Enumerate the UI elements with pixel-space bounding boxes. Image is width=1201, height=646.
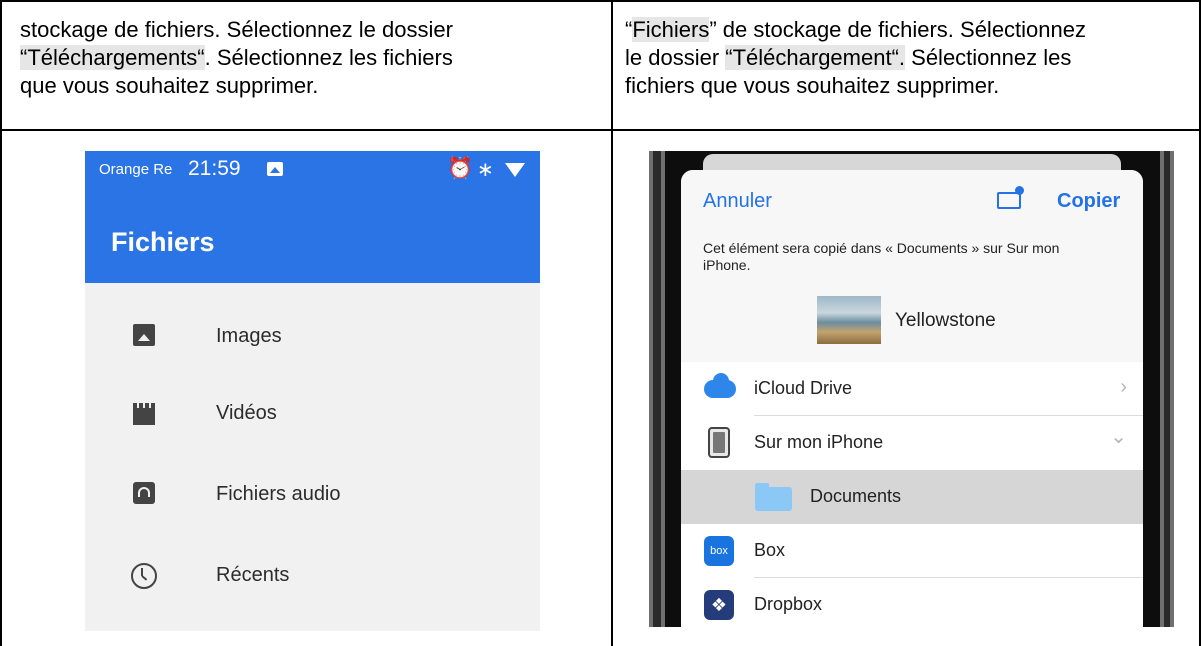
copy-sheet: Annuler Copier Cet élément sera copié da… [681, 170, 1143, 627]
right-text-line-3: fichiers que vous souhaitez supprimer. [625, 73, 1000, 98]
table-border-left [0, 0, 2, 646]
location-label: Documents [810, 486, 902, 506]
folder-icon [755, 483, 792, 511]
right-highlight-download: “Téléchargement“. [725, 45, 906, 70]
right-highlight-fichiers: Fichiers [632, 17, 710, 42]
android-item-label: Fichiers audio [216, 483, 341, 505]
location-label: Box [754, 540, 786, 560]
location-on-my-iphone[interactable]: Sur mon iPhone ⌄ [681, 416, 1143, 470]
chevron-down-icon: ⌄ [1110, 426, 1127, 448]
new-folder-icon[interactable] [997, 186, 1024, 209]
document-table: stockage de fichiers. Sélectionnez le do… [0, 0, 1201, 646]
clock-icon [131, 563, 157, 589]
android-item-label: Récents [216, 564, 290, 586]
status-time: 21:59 [188, 157, 241, 180]
android-item-label: Vidéos [216, 402, 277, 424]
table-border-middle [0, 129, 1201, 131]
android-app-bar: Fichiers [85, 191, 540, 283]
phone-bezel-left-inner [653, 151, 661, 627]
android-item-videos[interactable]: Vidéos [85, 384, 540, 444]
location-dropbox[interactable]: ❖ Dropbox [681, 578, 1143, 627]
copy-button[interactable]: Copier [1057, 190, 1120, 213]
file-thumbnail [817, 296, 881, 344]
video-icon [133, 403, 155, 425]
android-item-audio[interactable]: Fichiers audio [85, 463, 540, 523]
left-text-line-2: “Téléchargements“. Sélectionnez les fich… [20, 44, 600, 72]
android-files-screenshot: Orange Re 21:59 ⏰ ∗ Fichiers Images Vidé… [85, 151, 540, 631]
phone-bezel-right-inner [1164, 151, 1170, 627]
chevron-right-icon: › [1120, 376, 1127, 398]
right-text-line-1: “Fichiers” de stockage de fichiers. Séle… [625, 16, 1195, 44]
alarm-icon: ⏰ [447, 157, 474, 180]
table-border-top [0, 0, 1201, 2]
iphone-icon [708, 427, 730, 458]
location-icloud-drive[interactable]: iCloud Drive › [681, 362, 1143, 416]
cancel-button[interactable]: Annuler [703, 190, 772, 213]
right-text-line-2-pre: le dossier [625, 45, 726, 70]
left-text-line-2-rest: . Sélectionnez les fichiers [204, 45, 453, 70]
gallery-notification-icon [267, 162, 283, 176]
iphone-copy-screenshot: Annuler Copier Cet élément sera copié da… [649, 151, 1174, 627]
location-documents[interactable]: Documents [681, 470, 1143, 524]
wifi-icon [505, 163, 525, 177]
sheet-header: Annuler Copier Cet élément sera copié da… [681, 170, 1143, 362]
copy-destination-message: Cet élément sera copié dans « Documents … [703, 240, 1060, 273]
android-item-images[interactable]: Images [85, 304, 540, 364]
carrier-name: Orange Re [99, 161, 173, 178]
left-instruction-cell: stockage de fichiers. Sélectionnez le do… [20, 16, 600, 100]
image-icon [133, 324, 155, 346]
dropbox-icon: ❖ [704, 590, 734, 620]
location-label: iCloud Drive [754, 378, 853, 398]
location-label: Sur mon iPhone [754, 432, 884, 452]
left-highlight-downloads: “Téléchargements“ [20, 45, 205, 70]
location-label: Dropbox [754, 594, 823, 614]
android-item-label: Images [216, 325, 282, 347]
bluetooth-icon: ∗ [477, 159, 494, 181]
box-icon: box [704, 536, 734, 566]
audio-icon [133, 482, 155, 504]
right-instruction-cell: “Fichiers” de stockage de fichiers. Séle… [625, 16, 1195, 100]
location-box[interactable]: box Box [681, 524, 1143, 578]
table-border-center [611, 0, 613, 646]
left-text-line-3: que vous souhaitez supprimer. [20, 73, 319, 98]
left-text-line-1: stockage de fichiers. Sélectionnez le do… [20, 17, 453, 42]
right-text-line-1-rest: ” de stockage de fichiers. Sélectionnez [709, 17, 1086, 42]
app-title: Fichiers [111, 227, 215, 257]
android-item-recents[interactable]: Récents [85, 543, 540, 603]
right-text-line-2-rest: Sélectionnez les [905, 45, 1072, 70]
right-text-line-2: le dossier “Téléchargement“. Sélectionne… [625, 44, 1195, 72]
file-name: Yellowstone [895, 310, 996, 331]
icloud-icon [704, 373, 736, 398]
android-status-bar: Orange Re 21:59 ⏰ ∗ [85, 151, 540, 191]
